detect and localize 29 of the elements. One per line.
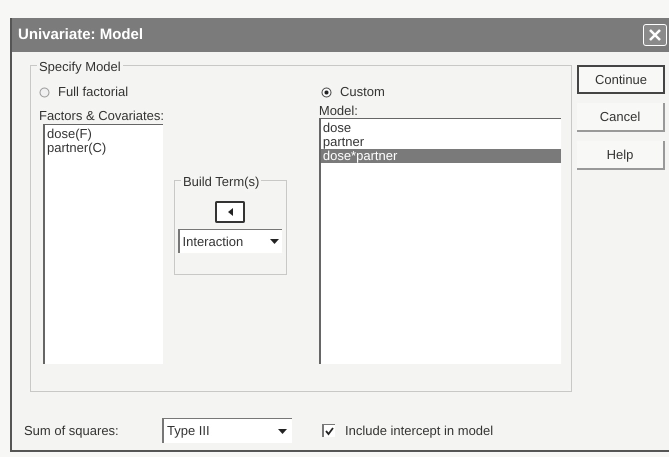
list-item[interactable]: partner — [320, 135, 561, 149]
radio-label[interactable]: Custom — [340, 82, 385, 102]
radio-button[interactable] — [39, 86, 50, 98]
dialog-button[interactable]: Help — [577, 141, 665, 170]
list-label: Factors & Covariates: — [39, 107, 165, 124]
term-type-dropdown[interactable]: Interaction — [178, 229, 282, 253]
add-term-button[interactable] — [215, 201, 246, 223]
close-icon — [648, 28, 662, 42]
list-item[interactable]: partner(C) — [47, 141, 163, 155]
sum-of-squares-dropdown[interactable]: Type III — [162, 418, 292, 443]
left-arrow-icon — [228, 208, 233, 216]
dropdown-arrow-icon — [278, 428, 287, 434]
close-button[interactable] — [643, 24, 667, 46]
radio-label[interactable]: Full factorial — [58, 82, 128, 102]
list-label: Model: — [318, 104, 359, 118]
checkmark-icon — [325, 426, 334, 436]
window-title: Univariate: Model — [18, 24, 144, 45]
list-item[interactable]: dose — [320, 121, 561, 135]
dropdown-arrow-icon — [270, 239, 280, 244]
dialog-button[interactable]: Continue — [577, 65, 665, 94]
model-list[interactable]: dose partner dose*partner — [318, 118, 561, 364]
dialog-button[interactable]: Cancel — [577, 103, 665, 132]
checkbox-label: Include intercept in model — [345, 422, 494, 440]
list-item[interactable]: dose*partner — [320, 149, 561, 163]
factors-list[interactable]: dose(F) partner(C) — [43, 124, 163, 364]
field-label: Sum of squares: — [24, 422, 120, 440]
checkbox[interactable] — [322, 424, 335, 437]
radio-button[interactable] — [321, 86, 332, 98]
list-item[interactable]: dose(F) — [47, 127, 163, 141]
